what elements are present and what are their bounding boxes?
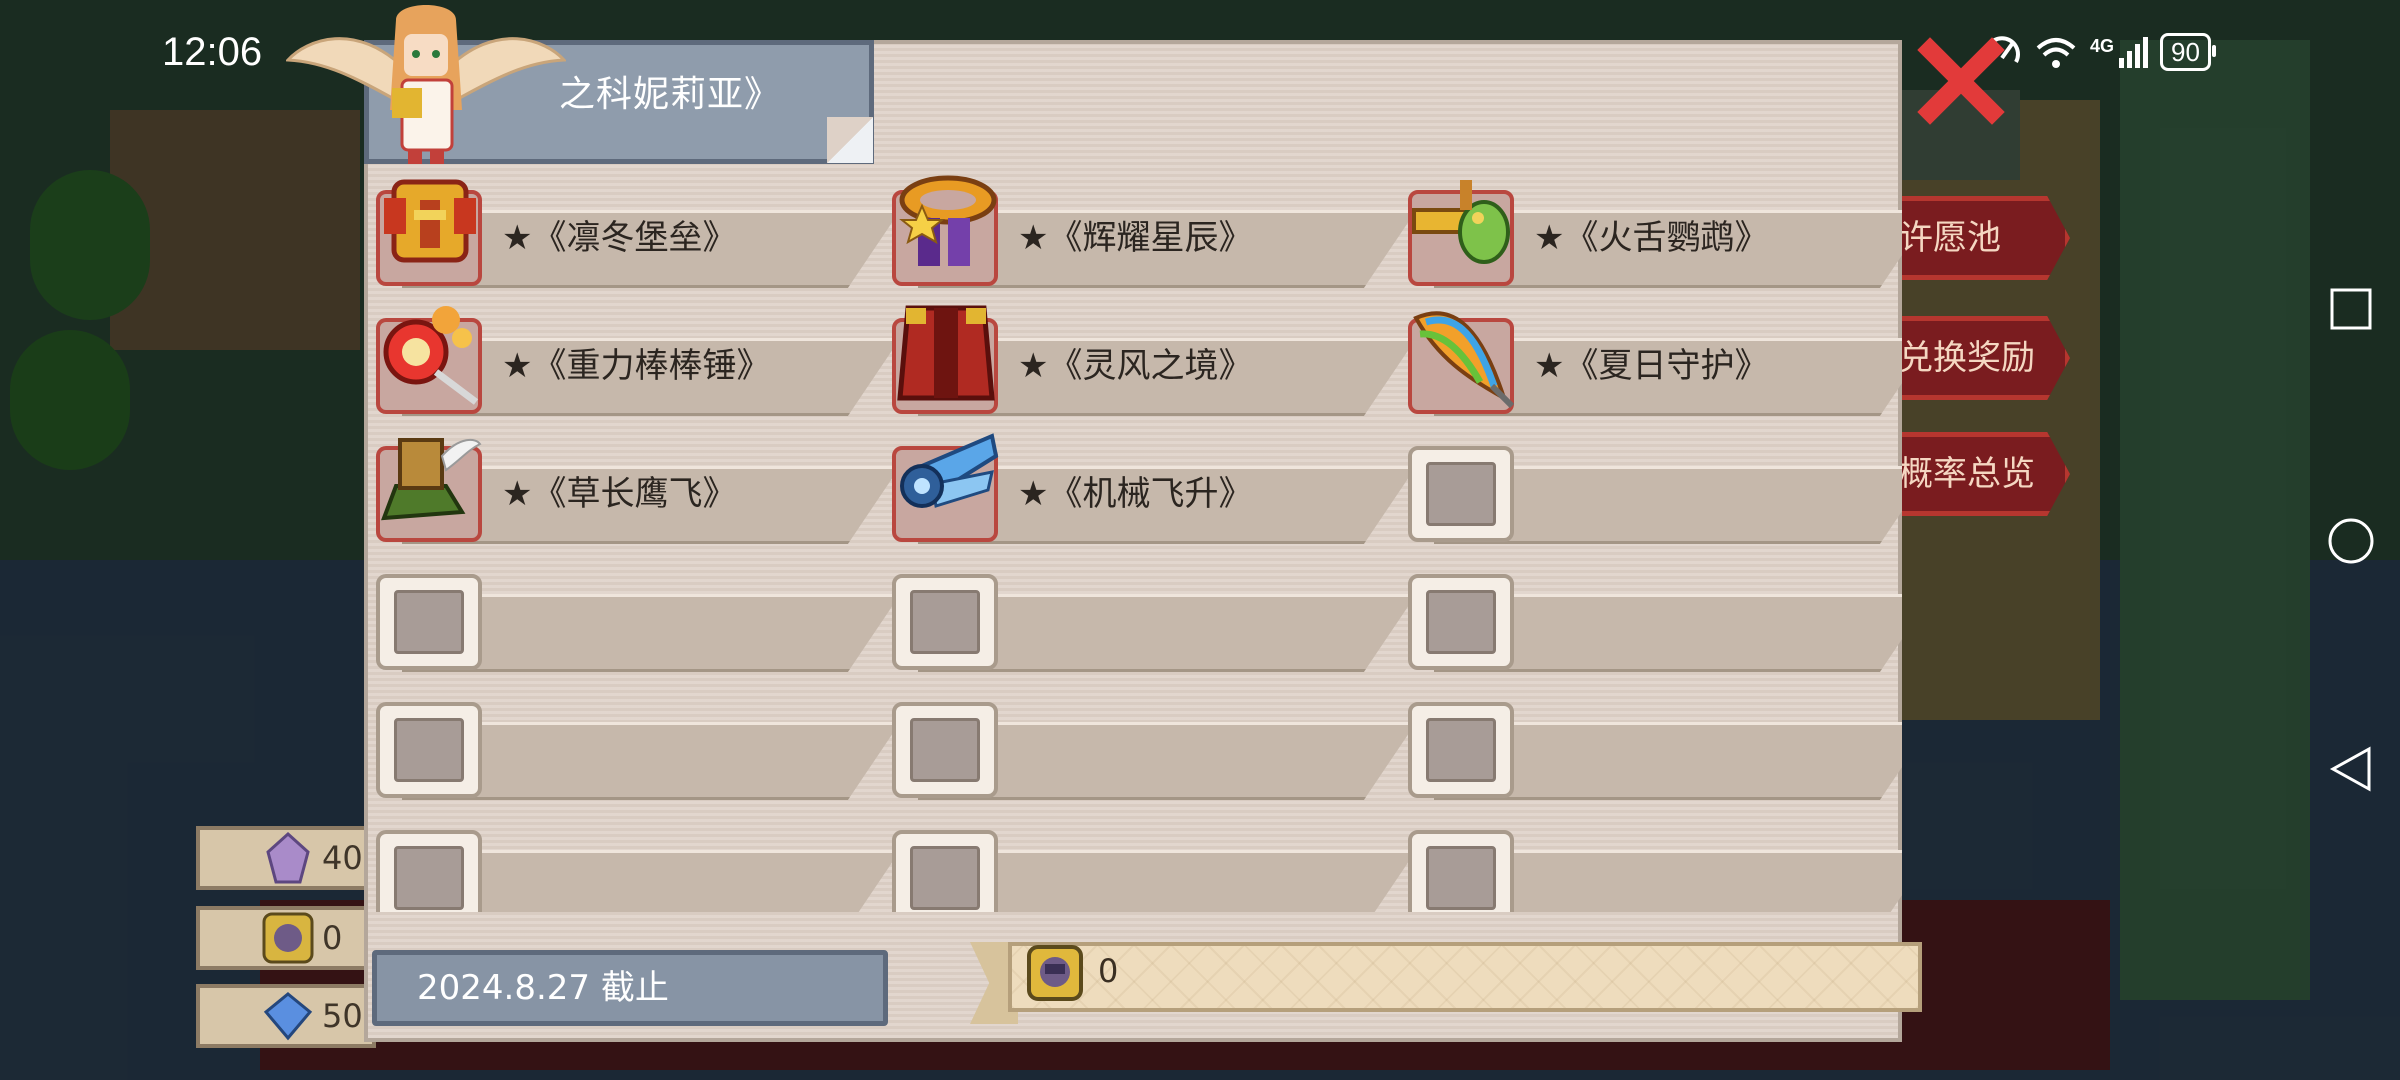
slot-frame [376, 830, 482, 912]
crystal-currency: 40 [196, 826, 376, 890]
item-slot[interactable]: ★《凛冬堡垒》 [372, 170, 892, 288]
item-slot[interactable]: ★《夏日守护》 [1404, 298, 1902, 416]
item-name: ★《灵风之境》 [1018, 346, 1253, 386]
wishing-pool-label: 许愿池 [1899, 218, 2001, 258]
empty-slot[interactable] [1404, 682, 1902, 800]
mech-wing-icon [900, 433, 999, 508]
item-name: ★《重力棒棒锤》 [502, 346, 771, 386]
token-count-bg: 0 [322, 919, 343, 957]
exchange-rewards-button: 兑换奖励 [1880, 316, 2070, 400]
battery-indicator: 90 [2160, 33, 2216, 71]
empty-slot[interactable] [888, 810, 1408, 912]
triangle-back-icon [2329, 746, 2371, 792]
winged-character-icon [286, 5, 566, 164]
slot-frame [1408, 702, 1514, 798]
red-cape-icon [897, 305, 995, 401]
winged-boot-icon [381, 438, 482, 521]
token-balance-bar [1008, 942, 1922, 1012]
token-icon [1027, 945, 1083, 1001]
slot-frame [376, 702, 482, 798]
item-slot[interactable]: ★《辉耀星辰》 [888, 170, 1408, 288]
token-currency: 0 [196, 906, 376, 970]
item-name: ★《凛冬堡垒》 [502, 218, 737, 258]
star-scarf-icon [899, 175, 997, 266]
probability-overview-button: 概率总览 [1880, 432, 2070, 516]
deadline-label: 2024.8.27 截止 [372, 950, 888, 1026]
item-name: ★《机械飞升》 [1018, 474, 1253, 514]
home-button[interactable] [2316, 506, 2386, 576]
exchange-rewards-label: 兑换奖励 [1899, 338, 2035, 378]
network-type: 4G [2090, 35, 2115, 56]
status-icons: 4G 90 [1982, 30, 2216, 74]
item-name: ★《火舌鹦鹉》 [1534, 218, 1769, 258]
empty-slot[interactable] [1404, 810, 1902, 912]
item-grid: ★《凛冬堡垒》 ★《辉耀星辰》 ★《火舌鹦鹉》 ★《重力棒棒锤》 ★《灵风之境》… [372, 170, 1902, 912]
item-slot[interactable]: ★《机械飞升》 [888, 426, 1408, 544]
slot-frame [376, 574, 482, 670]
wifi-icon [2036, 38, 2076, 68]
circle-icon [2328, 518, 2374, 564]
square-icon [2330, 288, 2372, 330]
wishing-pool-button: 许愿池 [1880, 196, 2070, 280]
slot-frame [892, 830, 998, 912]
item-slot[interactable]: ★《火舌鹦鹉》 [1404, 170, 1902, 288]
item-name: ★《辉耀星辰》 [1018, 218, 1253, 258]
item-slot[interactable]: ★《草长鹰飞》 [372, 426, 892, 544]
rainbow-blade-icon [1413, 311, 1515, 408]
empty-slot[interactable] [372, 554, 892, 672]
banner-fold [827, 117, 873, 163]
slot-frame [1408, 574, 1514, 670]
slot-frame [1408, 446, 1514, 542]
empty-slot[interactable] [1404, 554, 1902, 672]
golden-armor-icon [384, 179, 476, 263]
back-button[interactable] [2316, 734, 2386, 804]
close-icon[interactable] [1916, 36, 2006, 126]
probability-overview-label: 概率总览 [1899, 454, 2035, 494]
cell-signal-icon: 4G [2090, 35, 2149, 68]
empty-slot[interactable] [372, 682, 892, 800]
panel-title: 之科妮莉亚》 [559, 74, 782, 115]
slot-frame [892, 702, 998, 798]
battery-level: 90 [2171, 37, 2200, 67]
empty-slot[interactable] [888, 554, 1408, 672]
diamond-currency: 50 [196, 984, 376, 1048]
recent-apps-button[interactable] [2316, 274, 2386, 344]
diamond-count: 50 [322, 997, 363, 1035]
empty-slot[interactable] [372, 810, 892, 912]
crystal-count: 40 [322, 839, 363, 877]
slot-frame [1408, 830, 1514, 912]
token-icon [262, 912, 314, 964]
slot-frame [892, 574, 998, 670]
item-name: ★《草长鹰飞》 [502, 474, 737, 514]
parrot-gun-icon [1412, 180, 1510, 264]
diamond-icon [263, 992, 313, 1041]
item-name: ★《夏日守护》 [1534, 346, 1769, 386]
item-slot[interactable]: ★《灵风之境》 [888, 298, 1408, 416]
lollipop-hammer-icon [383, 306, 479, 405]
item-slot[interactable]: ★《重力棒棒锤》 [372, 298, 892, 416]
empty-slot[interactable] [1404, 426, 1902, 544]
token-balance: 0 [1098, 952, 1119, 990]
status-time: 12:06 [162, 30, 263, 74]
empty-slot[interactable] [888, 682, 1408, 800]
crystal-icon [266, 831, 310, 884]
